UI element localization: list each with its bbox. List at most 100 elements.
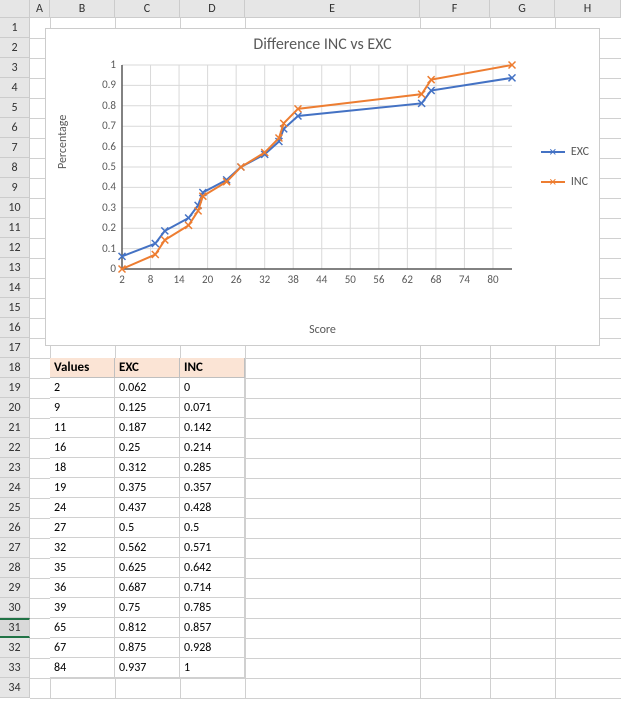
row-header-5[interactable]: 5 xyxy=(0,98,30,118)
col-header-E[interactable]: E xyxy=(245,0,420,18)
table-cell[interactable]: 36 xyxy=(50,578,115,598)
table-cell[interactable]: 0.687 xyxy=(115,578,180,598)
row-header-11[interactable]: 11 xyxy=(0,218,30,238)
row-header-31[interactable]: 31 xyxy=(0,618,30,638)
table-cell[interactable]: 16 xyxy=(50,438,115,458)
table-cell[interactable]: 0.312 xyxy=(115,458,180,478)
legend-label: INC xyxy=(571,175,588,189)
row-header-1[interactable]: 1 xyxy=(0,18,30,38)
table-cell[interactable]: 65 xyxy=(50,618,115,638)
table-cell[interactable]: 2 xyxy=(50,378,115,398)
row-header-17[interactable]: 17 xyxy=(0,338,30,358)
row-header-16[interactable]: 16 xyxy=(0,318,30,338)
x-tick: 68 xyxy=(426,273,446,286)
table-cell[interactable]: 0.75 xyxy=(115,598,180,618)
table-cell[interactable]: 0.562 xyxy=(115,538,180,558)
row-header-21[interactable]: 21 xyxy=(0,418,30,438)
col-header-D[interactable]: D xyxy=(180,0,245,18)
row-header-18[interactable]: 18 xyxy=(0,358,30,378)
row-header-10[interactable]: 10 xyxy=(0,198,30,218)
table-cell[interactable]: 27 xyxy=(50,518,115,538)
table-cell[interactable]: 0.812 xyxy=(115,618,180,638)
table-cell[interactable]: 0.875 xyxy=(115,638,180,658)
col-header-C[interactable]: C xyxy=(115,0,180,18)
table-cell[interactable]: 11 xyxy=(50,418,115,438)
table-cell[interactable]: 0.142 xyxy=(180,418,245,438)
table-cell[interactable]: 0 xyxy=(180,378,245,398)
table-cell[interactable]: 0.437 xyxy=(115,498,180,518)
row-header-3[interactable]: 3 xyxy=(0,58,30,78)
row-header-14[interactable]: 14 xyxy=(0,278,30,298)
row-header-6[interactable]: 6 xyxy=(0,118,30,138)
x-axis-label: Score xyxy=(46,323,599,337)
row-header-4[interactable]: 4 xyxy=(0,78,30,98)
table-header-cell[interactable]: Values xyxy=(50,358,115,378)
table-cell[interactable]: 18 xyxy=(50,458,115,478)
row-header-24[interactable]: 24 xyxy=(0,478,30,498)
col-header-H[interactable]: H xyxy=(555,0,621,18)
table-cell[interactable]: 32 xyxy=(50,538,115,558)
table-cell[interactable]: 0.642 xyxy=(180,558,245,578)
table-cell[interactable]: 84 xyxy=(50,658,115,678)
table-cell[interactable]: 0.187 xyxy=(115,418,180,438)
table-cell[interactable]: 0.428 xyxy=(180,498,245,518)
table-cell[interactable]: 0.571 xyxy=(180,538,245,558)
row-header-15[interactable]: 15 xyxy=(0,298,30,318)
row-header-13[interactable]: 13 xyxy=(0,258,30,278)
row-header-7[interactable]: 7 xyxy=(0,138,30,158)
row-header-27[interactable]: 27 xyxy=(0,538,30,558)
table-cell[interactable]: 0.357 xyxy=(180,478,245,498)
table-cell[interactable]: 0.937 xyxy=(115,658,180,678)
table-cell[interactable]: 0.928 xyxy=(180,638,245,658)
col-header-F[interactable]: F xyxy=(420,0,490,18)
row-header-28[interactable]: 28 xyxy=(0,558,30,578)
row-header-22[interactable]: 22 xyxy=(0,438,30,458)
row-header-20[interactable]: 20 xyxy=(0,398,30,418)
row-header-23[interactable]: 23 xyxy=(0,458,30,478)
row-header-25[interactable]: 25 xyxy=(0,498,30,518)
row-header-2[interactable]: 2 xyxy=(0,38,30,58)
col-header-B[interactable]: B xyxy=(50,0,115,18)
table-cell[interactable]: 35 xyxy=(50,558,115,578)
table-cell[interactable]: 0.857 xyxy=(180,618,245,638)
table-cell[interactable]: 19 xyxy=(50,478,115,498)
table-cell[interactable]: 0.785 xyxy=(180,598,245,618)
row-header-32[interactable]: 32 xyxy=(0,638,30,658)
table-cell[interactable]: 0.5 xyxy=(115,518,180,538)
table-cell[interactable]: 0.062 xyxy=(115,378,180,398)
table-cell[interactable]: 0.071 xyxy=(180,398,245,418)
col-header-G[interactable]: G xyxy=(490,0,555,18)
table-cell[interactable]: 0.25 xyxy=(115,438,180,458)
x-tick: 62 xyxy=(397,273,417,286)
table-cell[interactable]: 1 xyxy=(180,658,245,678)
row-header-26[interactable]: 26 xyxy=(0,518,30,538)
table-cell[interactable]: 67 xyxy=(50,638,115,658)
table-cell[interactable]: 0.625 xyxy=(115,558,180,578)
table-cell[interactable]: 0.285 xyxy=(180,458,245,478)
chart-container[interactable]: Difference INC vs EXCPercentageScore00.1… xyxy=(45,28,600,346)
table-cell[interactable]: 0.125 xyxy=(115,398,180,418)
table-cell[interactable]: 0.5 xyxy=(180,518,245,538)
table-cell[interactable]: 24 xyxy=(50,498,115,518)
table-cell[interactable]: 39 xyxy=(50,598,115,618)
row-header-9[interactable]: 9 xyxy=(0,178,30,198)
row-header-30[interactable]: 30 xyxy=(0,598,30,618)
table-cell[interactable]: 0.375 xyxy=(115,478,180,498)
row-header-33[interactable]: 33 xyxy=(0,658,30,678)
row-header-19[interactable]: 19 xyxy=(0,378,30,398)
table-cell[interactable]: 0.214 xyxy=(180,438,245,458)
x-tick: 74 xyxy=(454,273,474,286)
chart-legend: ✕EXC✕INC xyxy=(541,129,589,205)
row-header-8[interactable]: 8 xyxy=(0,158,30,178)
table-header-cell[interactable]: EXC xyxy=(115,358,180,378)
select-all-corner[interactable] xyxy=(0,0,30,18)
table-cell[interactable]: 0.714 xyxy=(180,578,245,598)
row-header-12[interactable]: 12 xyxy=(0,238,30,258)
row-header-29[interactable]: 29 xyxy=(0,578,30,598)
table-cell[interactable]: 9 xyxy=(50,398,115,418)
chart-title: Difference INC vs EXC xyxy=(46,35,599,54)
y-tick: 0.6 xyxy=(86,140,116,153)
row-header-34[interactable]: 34 xyxy=(0,678,30,698)
table-header-cell[interactable]: INC xyxy=(180,358,245,378)
col-header-A[interactable]: A xyxy=(30,0,50,18)
